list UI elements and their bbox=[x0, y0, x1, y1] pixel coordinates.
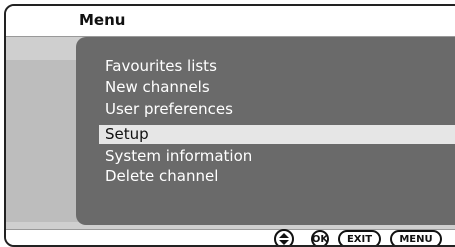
menu-item-system-information[interactable]: System information bbox=[105, 147, 252, 165]
selection-highlight bbox=[99, 125, 455, 144]
ok-button[interactable]: OK bbox=[311, 230, 329, 245]
title-bar: Menu bbox=[6, 6, 455, 37]
menu-item-user-preferences[interactable]: User preferences bbox=[105, 100, 233, 118]
button-bar bbox=[6, 229, 455, 245]
menu-button[interactable]: MENU bbox=[390, 230, 442, 245]
tv-menu-screen: Menu Favourites lists New channels User … bbox=[4, 4, 455, 247]
menu-title: Menu bbox=[79, 11, 126, 29]
up-down-arrows-glyph bbox=[279, 233, 289, 245]
menu-item-delete-channel[interactable]: Delete channel bbox=[105, 167, 218, 185]
menu-item-favourites-lists[interactable]: Favourites lists bbox=[105, 57, 217, 75]
up-down-arrows-icon[interactable] bbox=[274, 229, 294, 245]
menu-item-new-channels[interactable]: New channels bbox=[105, 78, 210, 96]
exit-button[interactable]: EXIT bbox=[338, 230, 381, 245]
menu-item-setup[interactable]: Setup bbox=[105, 125, 149, 143]
